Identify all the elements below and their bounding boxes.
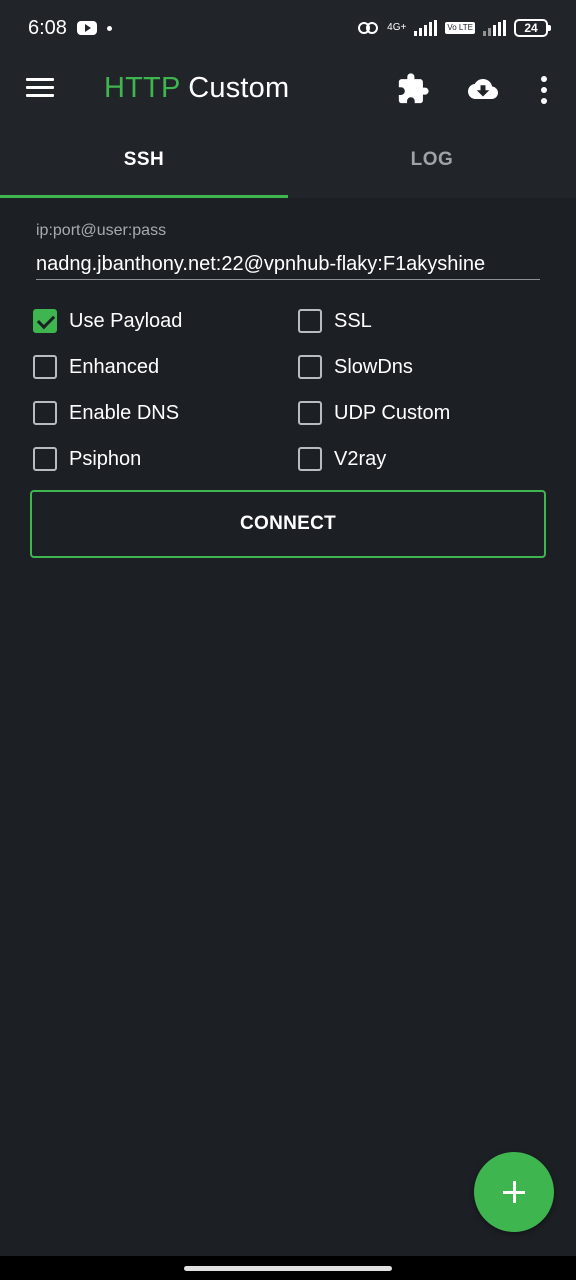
home-indicator[interactable]: [184, 1266, 392, 1271]
checkbox[interactable]: [298, 309, 322, 333]
signal-icon: [414, 20, 438, 36]
option-label: Psiphon: [69, 447, 142, 470]
ssh-field-label: ip:port@user:pass: [36, 222, 167, 239]
option-label: Enable DNS: [69, 401, 180, 424]
menu-icon[interactable]: [26, 78, 54, 98]
option-label: SSL: [334, 309, 372, 332]
checkbox[interactable]: [298, 401, 322, 425]
network-type-label: 4G+: [387, 22, 407, 33]
option-v2ray[interactable]: V2ray: [298, 447, 386, 471]
add-fab-button[interactable]: [474, 1152, 554, 1232]
plus-icon: [503, 1181, 525, 1203]
option-label: Enhanced: [69, 355, 160, 378]
option-label: UDP Custom: [334, 401, 451, 424]
option-label: Use Payload: [69, 309, 183, 332]
option-psiphon[interactable]: Psiphon: [33, 447, 141, 471]
checkbox[interactable]: [33, 401, 57, 425]
option-label: V2ray: [334, 447, 387, 470]
app-title-rest: Custom: [180, 72, 290, 104]
checkbox[interactable]: [33, 447, 57, 471]
option-enable-dns[interactable]: Enable DNS: [33, 401, 179, 425]
more-vert-icon[interactable]: [538, 76, 550, 104]
ssh-account-input[interactable]: [36, 250, 540, 280]
connect-button[interactable]: CONNECT: [30, 490, 546, 558]
option-use-payload[interactable]: Use Payload: [33, 309, 182, 333]
option-slowdns[interactable]: SlowDns: [298, 355, 413, 379]
option-ssl[interactable]: SSL: [298, 309, 372, 333]
tab-bar: SSH LOG: [0, 122, 576, 198]
dot-icon: [106, 25, 112, 31]
checkbox[interactable]: [33, 355, 57, 379]
cloud-download-icon[interactable]: [464, 74, 502, 104]
option-udp-custom[interactable]: UDP Custom: [298, 401, 450, 425]
app-title: HTTP Custom: [104, 72, 289, 105]
status-bar-right: 4G+ Vo LTE 24: [357, 19, 551, 37]
puzzle-icon[interactable]: [396, 72, 430, 106]
status-bar: 6:08 4G+ Vo LTE 24: [0, 0, 576, 56]
checkbox[interactable]: [298, 355, 322, 379]
checkbox-checked[interactable]: [33, 309, 57, 333]
app-bar: HTTP Custom: [0, 56, 576, 122]
signal-icon-2: [483, 20, 506, 36]
tab-log[interactable]: LOG: [288, 122, 576, 198]
battery-level: 24: [524, 21, 538, 35]
volte-label: Vo LTE: [445, 22, 475, 34]
option-label: SlowDns: [334, 355, 413, 378]
option-enhanced[interactable]: Enhanced: [33, 355, 159, 379]
hotspot-link-icon: [358, 22, 379, 34]
status-bar-left: 6:08: [28, 17, 112, 40]
youtube-icon: [76, 21, 97, 35]
tab-ssh[interactable]: SSH: [0, 122, 288, 198]
checkbox[interactable]: [298, 447, 322, 471]
battery-icon: 24: [514, 19, 551, 37]
app-title-brand: HTTP: [104, 72, 180, 104]
clock: 6:08: [28, 16, 67, 39]
